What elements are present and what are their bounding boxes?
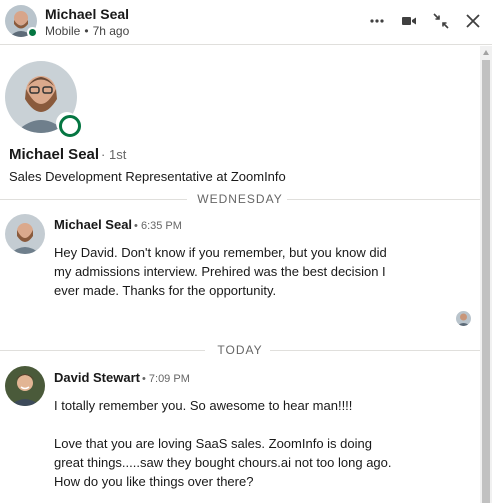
divider-label: TODAY bbox=[217, 343, 263, 357]
message-timestamp: • 7:09 PM bbox=[141, 373, 190, 385]
message-sender[interactable]: Michael Seal • 6:35 PM bbox=[54, 217, 182, 232]
person-icon bbox=[456, 311, 471, 326]
message-list[interactable]: Michael Seal · 1st Sales Development Repr… bbox=[0, 46, 480, 503]
minimize-icon bbox=[433, 13, 449, 29]
online-status-icon bbox=[56, 112, 81, 137]
sender-avatar[interactable] bbox=[5, 214, 45, 254]
status-text: Mobile bbox=[45, 24, 81, 38]
more-options-button[interactable] bbox=[366, 10, 388, 32]
date-divider: WEDNESDAY bbox=[0, 192, 480, 206]
header-status: Mobile • 7h ago bbox=[45, 24, 129, 38]
person-icon bbox=[5, 214, 45, 254]
sender-name[interactable]: Michael Seal bbox=[54, 217, 132, 232]
close-icon bbox=[466, 14, 480, 28]
online-status-icon bbox=[27, 27, 38, 38]
scroll-up-icon[interactable] bbox=[483, 50, 489, 55]
message-timestamp: • 6:35 PM bbox=[134, 220, 182, 232]
message-body: Hey David. Don't know if you remember, b… bbox=[54, 245, 387, 298]
scrollbar[interactable] bbox=[480, 46, 492, 503]
message-body: I totally remember you. So awesome to he… bbox=[54, 398, 392, 489]
more-icon bbox=[370, 19, 384, 23]
video-call-icon bbox=[402, 17, 416, 25]
profile-name[interactable]: Michael Seal · 1st bbox=[9, 146, 126, 163]
sender-name[interactable]: David Stewart bbox=[54, 370, 140, 385]
date-divider: TODAY bbox=[0, 343, 480, 357]
status-separator: • bbox=[84, 24, 89, 38]
person-icon bbox=[5, 366, 45, 406]
video-call-button[interactable] bbox=[398, 10, 420, 32]
last-active-text: 7h ago bbox=[92, 24, 130, 38]
profile-name-text[interactable]: Michael Seal bbox=[9, 146, 99, 163]
profile-headline: Sales Development Representative at Zoom… bbox=[9, 169, 286, 184]
minimize-button[interactable] bbox=[430, 10, 452, 32]
sender-avatar[interactable] bbox=[5, 366, 45, 406]
divider-label: WEDNESDAY bbox=[197, 192, 283, 206]
read-receipt-avatar bbox=[456, 311, 471, 326]
scrollbar-thumb[interactable] bbox=[482, 60, 490, 503]
conversation-header: Michael Seal Mobile • 7h ago bbox=[0, 0, 492, 45]
header-name[interactable]: Michael Seal bbox=[45, 6, 129, 22]
close-button[interactable] bbox=[462, 10, 484, 32]
connection-degree: · 1st bbox=[101, 147, 127, 162]
message-sender[interactable]: David Stewart • 7:09 PM bbox=[54, 370, 190, 385]
